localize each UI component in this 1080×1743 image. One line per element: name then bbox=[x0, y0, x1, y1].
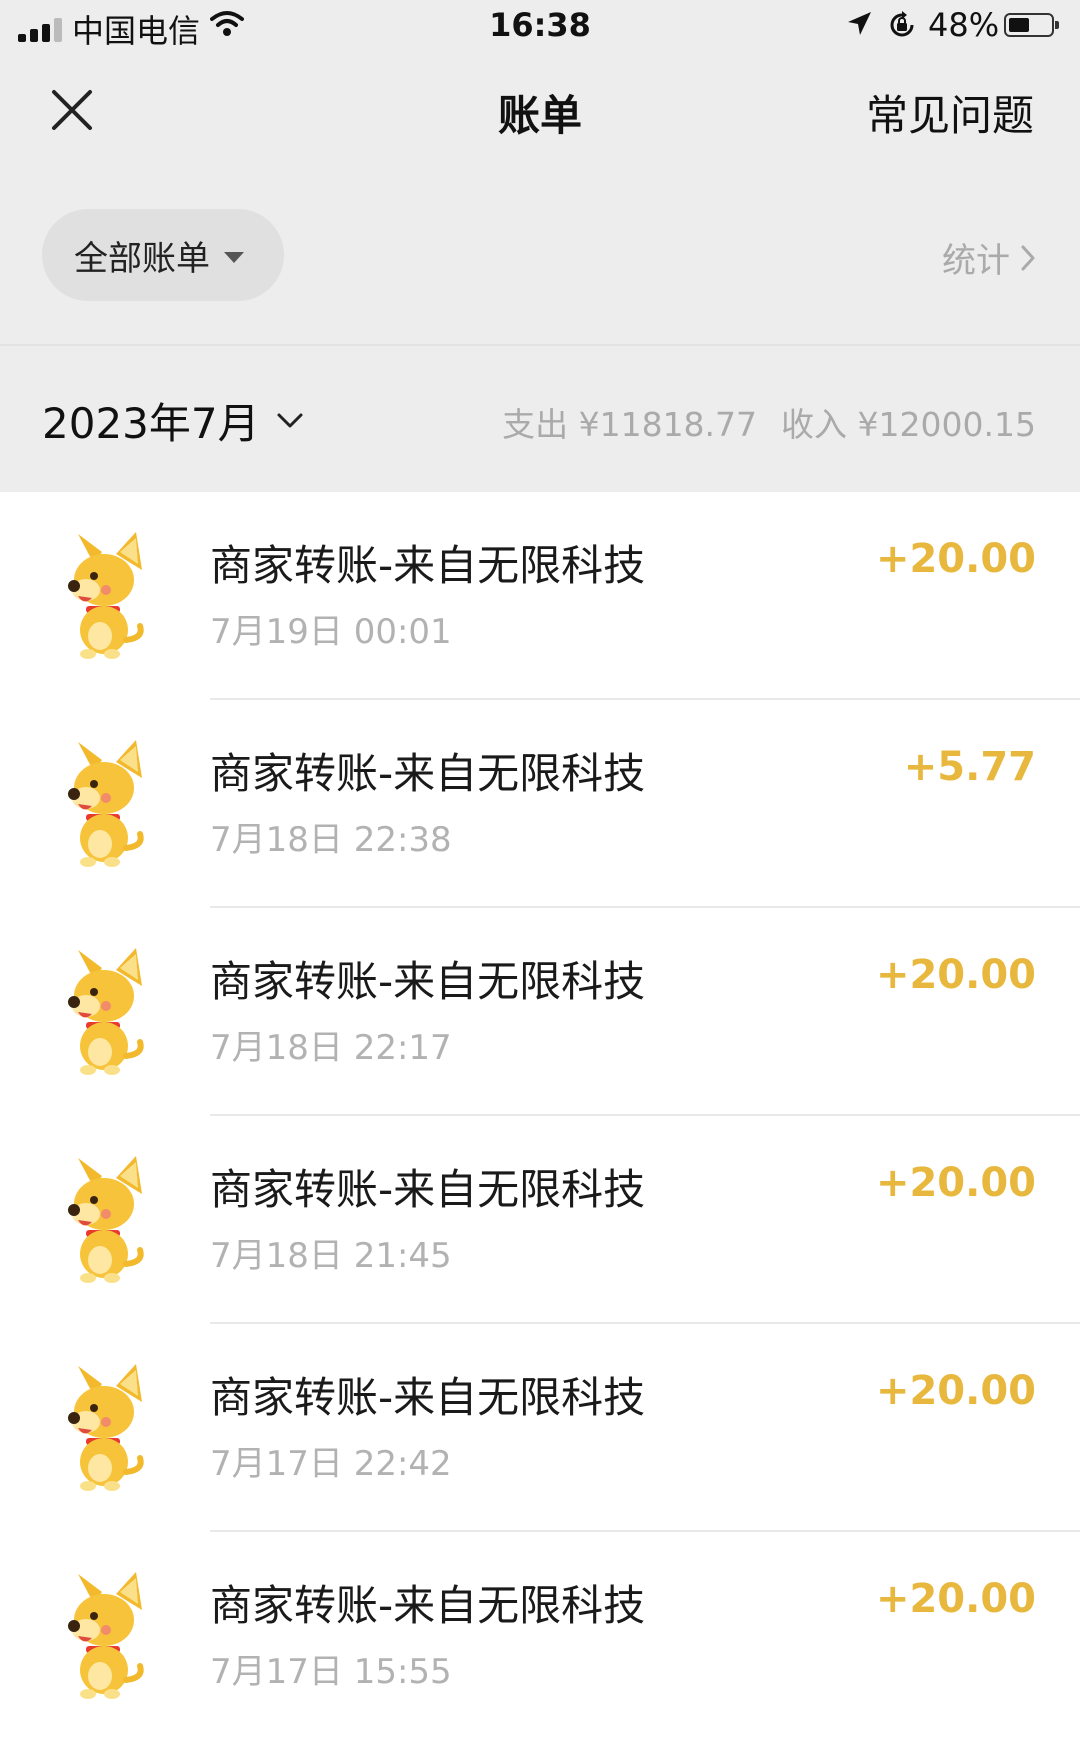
faq-link[interactable]: 常见问题 bbox=[866, 82, 1034, 143]
transaction-row[interactable]: 商家转账-来自无限科技 7月18日 22:38 +5.77 bbox=[0, 700, 1080, 908]
month-label: 2023年7月 bbox=[42, 399, 260, 448]
header-area: 中国电信 16:38 48% 账单 常见问题 全部账单 统计 2023年7月 支… bbox=[0, 0, 1080, 492]
transaction-time: 7月17日 22:42 bbox=[210, 1444, 452, 1484]
status-time: 16:38 bbox=[489, 6, 591, 44]
stats-link[interactable]: 统计 bbox=[942, 233, 1036, 282]
chevron-down-icon bbox=[277, 413, 303, 427]
transaction-time: 7月18日 22:38 bbox=[210, 820, 452, 860]
chevron-right-icon bbox=[1021, 245, 1035, 270]
transaction-time: 7月18日 22:17 bbox=[210, 1028, 452, 1068]
battery-percent: 48% bbox=[928, 6, 1000, 44]
status-bar: 中国电信 16:38 48% bbox=[0, 0, 1080, 56]
transaction-row[interactable]: 商家转账-来自无限科技 7月19日 00:01 +20.00 bbox=[0, 492, 1080, 700]
month-picker[interactable]: 2023年7月 bbox=[42, 390, 304, 451]
transaction-time: 7月19日 00:01 bbox=[210, 612, 452, 652]
dog-avatar-icon bbox=[68, 532, 144, 659]
transaction-time: 7月18日 21:45 bbox=[210, 1236, 452, 1276]
transaction-title: 商家转账-来自无限科技 bbox=[210, 1581, 646, 1630]
dog-avatar-icon bbox=[68, 1364, 144, 1491]
location-arrow-icon bbox=[848, 12, 871, 35]
transaction-title: 商家转账-来自无限科技 bbox=[210, 541, 646, 590]
dog-avatar-icon bbox=[68, 1156, 144, 1283]
dog-avatar-icon bbox=[68, 740, 144, 867]
caret-down-icon bbox=[224, 251, 244, 263]
transaction-list: 商家转账-来自无限科技 7月19日 00:01 +20.00 商家转账-来自无限… bbox=[0, 492, 1080, 1740]
dog-avatar-icon bbox=[68, 1572, 144, 1699]
transaction-amount: +20.00 bbox=[875, 1368, 1036, 1414]
transaction-title: 商家转账-来自无限科技 bbox=[210, 1373, 646, 1422]
transaction-row[interactable]: 商家转账-来自无限科技 7月17日 22:42 +20.00 bbox=[0, 1324, 1080, 1532]
header-divider bbox=[0, 344, 1080, 346]
income-total: 收入 ¥12000.15 bbox=[781, 405, 1036, 444]
transaction-time: 7月17日 15:55 bbox=[210, 1652, 452, 1692]
transaction-title: 商家转账-来自无限科技 bbox=[210, 1165, 646, 1214]
bill-filter-label: 全部账单 bbox=[74, 238, 210, 279]
dog-avatar-icon bbox=[68, 948, 144, 1075]
transaction-title: 商家转账-来自无限科技 bbox=[210, 749, 646, 798]
transaction-row[interactable]: 商家转账-来自无限科技 7月18日 22:17 +20.00 bbox=[0, 908, 1080, 1116]
transaction-amount: +20.00 bbox=[875, 1160, 1036, 1206]
expense-total: 支出 ¥11818.77 bbox=[502, 405, 758, 444]
transaction-row[interactable]: 商家转账-来自无限科技 7月18日 21:45 +20.00 bbox=[0, 1116, 1080, 1324]
bill-filter-button[interactable]: 全部账单 bbox=[42, 209, 284, 301]
transaction-amount: +20.00 bbox=[875, 536, 1036, 582]
transaction-amount: +20.00 bbox=[875, 1576, 1036, 1622]
month-summary: 支出 ¥11818.77 收入 ¥12000.15 bbox=[502, 398, 1036, 446]
transaction-title: 商家转账-来自无限科技 bbox=[210, 957, 646, 1006]
transaction-row[interactable]: 商家转账-来自无限科技 7月17日 15:55 +20.00 bbox=[0, 1532, 1080, 1740]
rotation-lock-icon bbox=[890, 11, 914, 37]
stats-label: 统计 bbox=[942, 241, 1010, 281]
transaction-amount: +20.00 bbox=[875, 952, 1036, 998]
transaction-amount: +5.77 bbox=[903, 744, 1036, 790]
battery-icon bbox=[1004, 13, 1059, 37]
